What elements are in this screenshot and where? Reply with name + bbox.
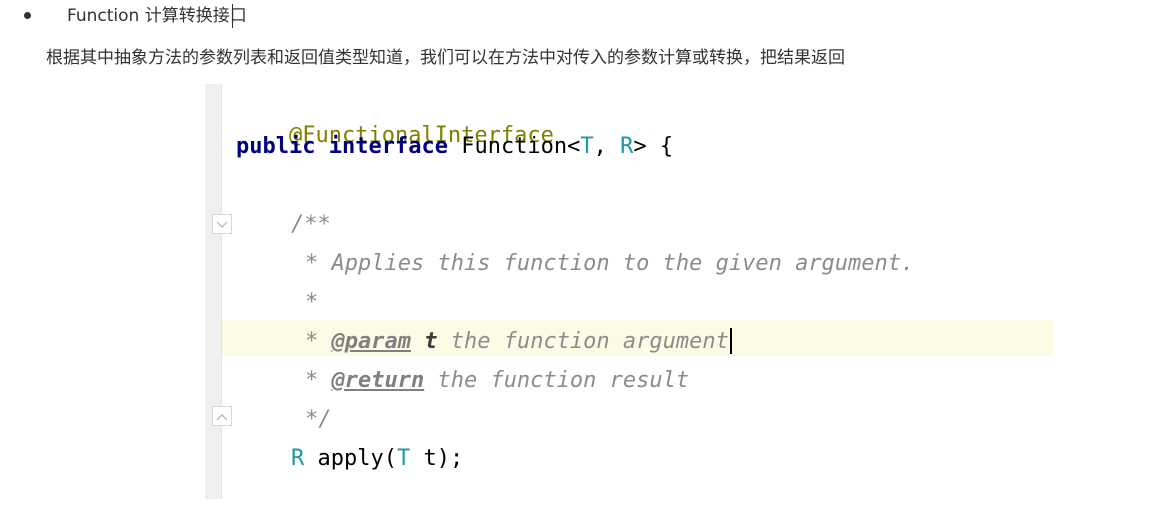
code-line-doc-close: */ xyxy=(305,407,332,432)
doc-star: * xyxy=(305,329,332,354)
code-line-doc-open: /** xyxy=(291,212,331,237)
angle-close-brace: > { xyxy=(633,134,674,159)
description-paragraph: 根据其中抽象方法的参数列表和返回值类型知道，我们可以在方法中对传入的参数计算或转… xyxy=(46,48,845,68)
doc-param-tag: @param xyxy=(331,329,411,354)
code-line-doc-blank: * xyxy=(305,290,319,315)
angle-open: < xyxy=(567,134,581,159)
code-line-declaration: public interface Function<T, R> { xyxy=(236,133,673,161)
bullet-dot xyxy=(24,12,31,19)
bullet-heading: Function 计算转换接口 xyxy=(67,6,247,26)
arg-type: T xyxy=(396,446,411,471)
method-name: apply( xyxy=(304,446,397,471)
doc-return-desc: the function result xyxy=(424,368,690,393)
code-line-annotation: @FunctionalInterface xyxy=(236,94,554,148)
fold-end-icon[interactable] xyxy=(212,406,232,426)
method-end: t); xyxy=(410,446,464,471)
type-param-t: T xyxy=(580,134,594,159)
code-line-doc-param: * @param t the function argument xyxy=(305,328,732,356)
doc-param-desc: the function argument xyxy=(437,329,729,354)
doc-return-tag: @return xyxy=(331,368,425,393)
text-caret xyxy=(729,328,732,354)
doc-param-name: t xyxy=(424,329,438,354)
comma: , xyxy=(593,134,621,159)
code-line-doc-return: * @return the function result xyxy=(305,367,689,395)
keyword-interface: interface xyxy=(328,134,448,159)
text-cursor xyxy=(232,4,233,28)
code-editor[interactable]: @FunctionalInterface public interface Fu… xyxy=(205,84,1055,499)
class-name: Function xyxy=(461,134,568,159)
fold-collapse-icon[interactable] xyxy=(212,214,232,234)
type-param-r: R xyxy=(620,134,634,159)
doc-star: * xyxy=(305,368,332,393)
code-line-doc-summary: * Applies this function to the given arg… xyxy=(305,251,915,276)
editor-gutter xyxy=(205,84,222,499)
keyword-public: public xyxy=(236,134,316,159)
code-line-method: R apply(T t); xyxy=(291,445,463,473)
return-type: R xyxy=(291,446,305,471)
